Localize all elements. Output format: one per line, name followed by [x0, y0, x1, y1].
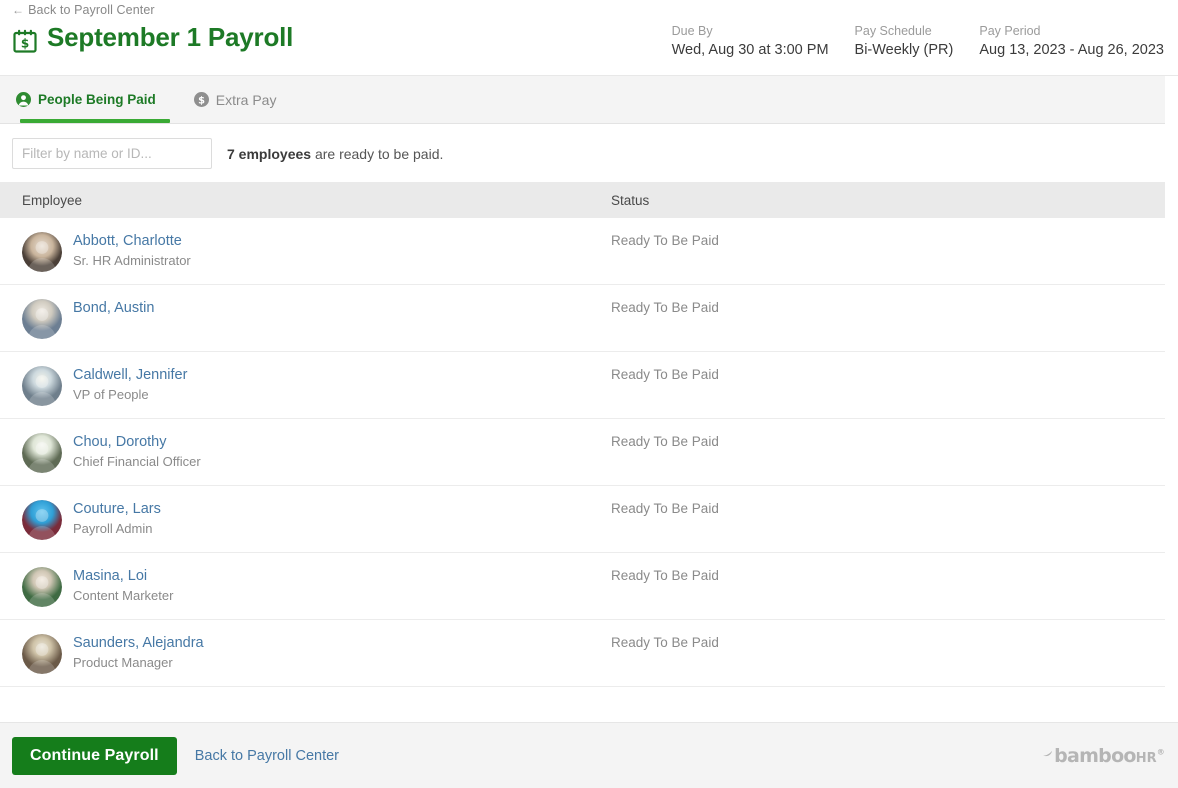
- employee-name-link[interactable]: Masina, Loi: [73, 567, 173, 585]
- meta-pay-period-label: Pay Period: [979, 24, 1041, 38]
- tab-extra-pay[interactable]: $ Extra Pay: [190, 76, 293, 123]
- person-circle-icon: [16, 92, 31, 107]
- avatar: [22, 232, 62, 272]
- meta-pay-period: Pay Period Aug 13, 2023 - Aug 26, 2023: [979, 23, 1164, 60]
- employee-job-title: Sr. HR Administrator: [73, 253, 191, 268]
- table-row: Bond, Austin Ready To Be Paid: [0, 285, 1165, 352]
- employee-cell: Masina, Loi Content Marketer: [22, 567, 611, 607]
- column-header-employee: Employee: [22, 192, 83, 208]
- page-title: September 1 Payroll: [47, 22, 294, 52]
- avatar: [22, 433, 62, 473]
- table-row: Masina, Loi Content Marketer Ready To Be P…: [0, 553, 1165, 620]
- employee-job-title: Payroll Admin: [73, 521, 153, 536]
- avatar: [22, 567, 62, 607]
- status-text: Ready To Be Paid: [611, 568, 719, 583]
- status-text: Ready To Be Paid: [611, 434, 719, 449]
- employee-text: Couture, Lars Payroll Admin: [73, 500, 161, 537]
- table-row: Couture, Lars Payroll Admin Ready To Be Pa…: [0, 486, 1165, 553]
- employee-job-title: VP of People: [73, 387, 149, 402]
- status-text: Ready To Be Paid: [611, 367, 719, 382]
- tab-people-being-paid-label: People Being Paid: [38, 92, 156, 107]
- page-header: ← Back to Payroll Center $ September 1 Pa…: [0, 0, 1178, 76]
- employee-cell: Saunders, Alejandra Product Manager: [22, 634, 611, 674]
- employee-name-link[interactable]: Chou, Dorothy: [73, 433, 201, 451]
- employee-text: Caldwell, Jennifer VP of People: [73, 366, 187, 403]
- meta-due-by-label: Due By: [671, 24, 713, 38]
- employee-name-link[interactable]: Abbott, Charlotte: [73, 232, 191, 250]
- employee-text: Bond, Austin: [73, 299, 154, 317]
- svg-text:$: $: [21, 37, 29, 51]
- logo-registered-mark: ®: [1156, 747, 1165, 757]
- meta-due-by-value: Wed, Aug 30 at 3:00 PM: [671, 41, 829, 58]
- bamboohr-logo: bambooHR®: [1042, 744, 1165, 767]
- employee-cell: Bond, Austin: [22, 299, 611, 339]
- continue-payroll-button[interactable]: Continue Payroll: [12, 736, 177, 775]
- employee-name-link[interactable]: Couture, Lars: [73, 500, 161, 518]
- payroll-meta: Due By Wed, Aug 30 at 3:00 PM Pay Schedu…: [672, 23, 1164, 60]
- back-to-payroll-center-top-link[interactable]: ← Back to Payroll Center: [12, 0, 155, 17]
- back-link-label: Back to Payroll Center: [28, 3, 155, 17]
- table-header-row: Employee Status: [0, 182, 1165, 218]
- back-to-payroll-center-footer-link[interactable]: Back to Payroll Center: [195, 748, 339, 764]
- status-text: Ready To Be Paid: [611, 233, 719, 248]
- ready-count-text: 7 employees are ready to be paid.: [227, 146, 443, 162]
- ready-count-value: 7 employees: [227, 145, 312, 162]
- table-row: Chou, Dorothy Chief Financial Officer Read…: [0, 419, 1165, 486]
- employee-cell: Chou, Dorothy Chief Financial Officer: [22, 433, 611, 473]
- meta-pay-period-value: Aug 13, 2023 - Aug 26, 2023: [979, 41, 1164, 58]
- avatar: [22, 366, 62, 406]
- employee-name-link[interactable]: Bond, Austin: [73, 299, 154, 317]
- status-text: Ready To Be Paid: [611, 635, 719, 650]
- bamboo-leaf-icon: [1042, 748, 1053, 759]
- status-text: Ready To Be Paid: [611, 300, 719, 315]
- employee-cell: Caldwell, Jennifer VP of People: [22, 366, 611, 406]
- payroll-page: ← Back to Payroll Center $ September 1 Pa…: [0, 0, 1178, 788]
- employee-text: Masina, Loi Content Marketer: [73, 567, 173, 604]
- table-row: Abbott, Charlotte Sr. HR Administrator Rea…: [0, 218, 1165, 285]
- employee-name-link[interactable]: Caldwell, Jennifer: [73, 366, 187, 384]
- avatar: [22, 299, 62, 339]
- meta-pay-schedule-label: Pay Schedule: [854, 24, 932, 38]
- logo-hr: HR: [1135, 750, 1157, 766]
- dollar-circle-icon: $: [193, 92, 209, 107]
- avatar: [22, 500, 62, 540]
- employee-job-title: Chief Financial Officer: [73, 454, 201, 469]
- employee-job-title: Product Manager: [73, 655, 173, 670]
- ready-count-suffix: are ready to be paid.: [311, 145, 444, 162]
- employee-text: Chou, Dorothy Chief Financial Officer: [73, 433, 201, 470]
- employee-name-link[interactable]: Saunders, Alejandra: [73, 634, 204, 652]
- calendar-dollar-icon: $: [12, 28, 38, 54]
- column-header-status: Status: [611, 192, 650, 208]
- status-text: Ready To Be Paid: [611, 501, 719, 516]
- left-arrow-icon: ←: [12, 3, 25, 17]
- table-row: Saunders, Alejandra Product Manager Ready …: [0, 620, 1165, 687]
- svg-text:$: $: [198, 95, 205, 106]
- table-row: Caldwell, Jennifer VP of People Ready To B…: [0, 352, 1165, 419]
- tab-extra-pay-label: Extra Pay: [215, 91, 277, 108]
- employee-text: Abbott, Charlotte Sr. HR Administrator: [73, 232, 191, 269]
- page-footer: Continue Payroll Back to Payroll Center …: [0, 722, 1178, 788]
- employee-filter-input[interactable]: [12, 138, 212, 169]
- bamboohr-logo-text: bambooHR®: [1054, 744, 1165, 767]
- tab-bar: People Being Paid $ Extra Pay: [0, 76, 1165, 124]
- meta-pay-schedule: Pay Schedule Bi-Weekly (PR): [855, 23, 954, 60]
- employee-cell: Abbott, Charlotte Sr. HR Administrator: [22, 232, 611, 272]
- employee-table: Employee Status Abbott, Charlotte Sr. HR …: [0, 182, 1165, 687]
- filter-row: 7 employees are ready to be paid.: [0, 124, 1165, 182]
- meta-pay-schedule-value: Bi-Weekly (PR): [854, 41, 954, 58]
- avatar: [22, 634, 62, 674]
- logo-bamboo: bamboo: [1054, 744, 1136, 767]
- table-body: Abbott, Charlotte Sr. HR Administrator Rea…: [0, 218, 1165, 687]
- meta-due-by: Due By Wed, Aug 30 at 3:00 PM: [672, 23, 829, 60]
- employee-job-title: Content Marketer: [73, 588, 174, 603]
- tab-people-being-paid[interactable]: People Being Paid: [12, 76, 172, 123]
- employee-text: Saunders, Alejandra Product Manager: [73, 634, 204, 671]
- employee-cell: Couture, Lars Payroll Admin: [22, 500, 611, 540]
